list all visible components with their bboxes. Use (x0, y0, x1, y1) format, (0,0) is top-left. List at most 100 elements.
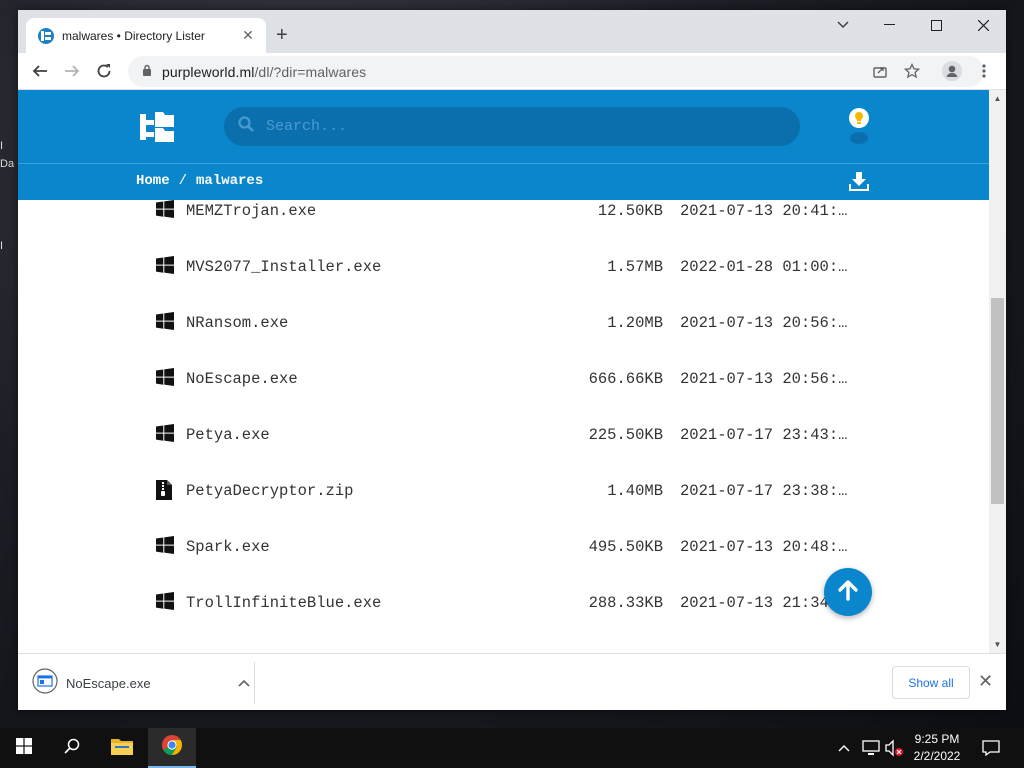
search-icon (64, 738, 80, 759)
title-bar: malwares • Directory Lister ✕ + (18, 10, 1006, 53)
arrow-up-icon (837, 579, 859, 606)
taskbar-search-button[interactable] (48, 728, 96, 768)
scroll-down-arrow-icon[interactable]: ▼ (989, 636, 1006, 653)
file-name[interactable]: TrollInfiniteBlue.exe (186, 594, 381, 612)
zip-file-icon (156, 480, 174, 500)
page-viewport: Home / malwares MEMZTrojan.exe 12.50KB 2021-… (18, 90, 1006, 653)
reload-button[interactable] (92, 59, 116, 83)
breadcrumb-home-link[interactable]: Home (136, 173, 170, 189)
browser-window: malwares • Directory Lister ✕ + purplewo… (18, 10, 1006, 710)
breadcrumb-current[interactable]: malwares (196, 173, 263, 189)
close-window-button[interactable] (960, 10, 1006, 40)
breadcrumb-separator: / (178, 173, 188, 189)
windows-icon (156, 256, 174, 276)
file-row[interactable]: MEMZTrojan.exe 12.50KB 2021-07-13 20:41:… (18, 200, 989, 256)
chevron-up-icon[interactable] (238, 676, 250, 690)
chrome-icon (161, 734, 183, 761)
file-row[interactable]: Petya.exe 225.50KB 2021-07-17 23:43:… (18, 424, 989, 480)
file-date: 2022-01-28 01:00:… (680, 258, 848, 276)
file-size: 1.20MB (607, 314, 663, 332)
page-scrollbar[interactable]: ▲ ▼ (989, 90, 1006, 653)
file-name[interactable]: MEMZTrojan.exe (186, 202, 316, 220)
file-row[interactable]: NRansom.exe 1.20MB 2021-07-13 20:56:… (18, 312, 989, 368)
scroll-up-arrow-icon[interactable]: ▲ (989, 90, 1006, 107)
file-name[interactable]: NRansom.exe (186, 314, 288, 332)
windows-logo-icon (16, 737, 32, 759)
search-icon (238, 116, 254, 137)
windows-taskbar: 9:25 PM 2/2/2022 (0, 728, 1024, 768)
scrollbar-thumb[interactable] (991, 298, 1004, 504)
clock-date: 2/2/2022 (913, 749, 961, 763)
minimize-button[interactable] (866, 10, 912, 40)
url-text: purpleworld.ml/dl/?dir=malwares (162, 63, 367, 80)
file-row[interactable]: PetyaDecryptor.zip 1.40MB 2021-07-17 23:38… (18, 480, 989, 536)
file-date: 2021-07-13 20:56:… (680, 314, 848, 332)
maximize-button[interactable] (913, 10, 959, 40)
file-name[interactable]: Petya.exe (186, 426, 270, 444)
download-directory-icon[interactable] (848, 172, 870, 197)
network-icon[interactable] (862, 728, 880, 768)
tab-title: malwares • Directory Lister (62, 28, 205, 43)
profile-avatar[interactable] (940, 59, 964, 83)
site-header: Home / malwares (18, 90, 989, 200)
file-name[interactable]: Spark.exe (186, 538, 270, 556)
back-button[interactable] (28, 59, 52, 83)
download-item[interactable]: NoEscape.exe (32, 667, 254, 698)
file-name[interactable]: PetyaDecryptor.zip (186, 482, 353, 500)
breadcrumb: Home / malwares (136, 173, 263, 189)
file-date: 2021-07-13 20:56:… (680, 370, 848, 388)
desktop-fragment: Da (0, 158, 15, 170)
system-clock[interactable]: 9:25 PM 2/2/2022 (904, 731, 970, 765)
bookmark-star-icon[interactable] (900, 59, 924, 83)
folder-icon (111, 737, 133, 760)
windows-icon (156, 368, 174, 388)
clock-time: 9:25 PM (914, 732, 960, 746)
file-date: 2021-07-13 20:41:… (680, 202, 848, 220)
file-size: 1.40MB (607, 482, 663, 500)
download-file-name: NoEscape.exe (66, 675, 151, 691)
file-size: 12.50KB (597, 202, 663, 220)
browser-tab[interactable]: malwares • Directory Lister ✕ (26, 18, 266, 53)
desktop-icon-labels: I Da I (0, 140, 18, 258)
windows-icon (156, 424, 174, 444)
windows-icon (156, 592, 174, 612)
desktop-fragment: I (0, 140, 4, 152)
search-bar[interactable] (224, 107, 800, 146)
lock-icon (142, 63, 152, 81)
chrome-taskbar-button[interactable] (148, 728, 196, 768)
notification-center-icon[interactable] (982, 728, 1000, 768)
directory-lister-logo[interactable] (140, 112, 174, 147)
close-tab-icon[interactable]: ✕ (240, 27, 256, 44)
volume-muted-icon[interactable] (884, 728, 904, 768)
file-row[interactable]: NoEscape.exe 666.66KB 2021-07-13 20:56:… (18, 368, 989, 424)
desktop-fragment: I (0, 240, 4, 252)
file-size: 225.50KB (588, 426, 663, 444)
file-name[interactable]: NoEscape.exe (186, 370, 298, 388)
close-shelf-icon[interactable]: ✕ (978, 671, 993, 692)
forward-button[interactable] (60, 59, 84, 83)
scroll-to-top-button[interactable] (824, 568, 872, 616)
windows-icon (156, 200, 174, 220)
start-button[interactable] (0, 728, 48, 768)
file-date: 2021-07-17 23:38:… (680, 482, 848, 500)
address-bar[interactable]: purpleworld.ml/dl/?dir=malwares (128, 56, 984, 87)
search-input[interactable] (266, 118, 766, 135)
windows-icon (156, 536, 174, 556)
share-icon[interactable] (868, 59, 892, 83)
directory-lister-favicon (38, 27, 54, 44)
show-all-downloads-button[interactable]: Show all (892, 666, 970, 699)
file-explorer-button[interactable] (98, 728, 146, 768)
download-shelf: NoEscape.exe Show all ✕ (18, 653, 1006, 710)
new-tab-button[interactable]: + (276, 24, 288, 47)
windows-icon (156, 312, 174, 332)
file-size: 1.57MB (607, 258, 663, 276)
file-size: 288.33KB (588, 594, 663, 612)
show-hidden-icons-chevron-icon[interactable] (838, 728, 850, 768)
shelf-divider (254, 662, 255, 704)
theme-toggle-lightbulb-icon[interactable] (848, 108, 870, 149)
menu-dots-icon[interactable] (972, 59, 996, 83)
file-name[interactable]: MVS2077_Installer.exe (186, 258, 381, 276)
file-row[interactable]: MVS2077_Installer.exe 1.57MB 2022-01-28 01… (18, 256, 989, 312)
file-date: 2021-07-17 23:43:… (680, 426, 848, 444)
tab-search-button[interactable] (820, 10, 866, 40)
